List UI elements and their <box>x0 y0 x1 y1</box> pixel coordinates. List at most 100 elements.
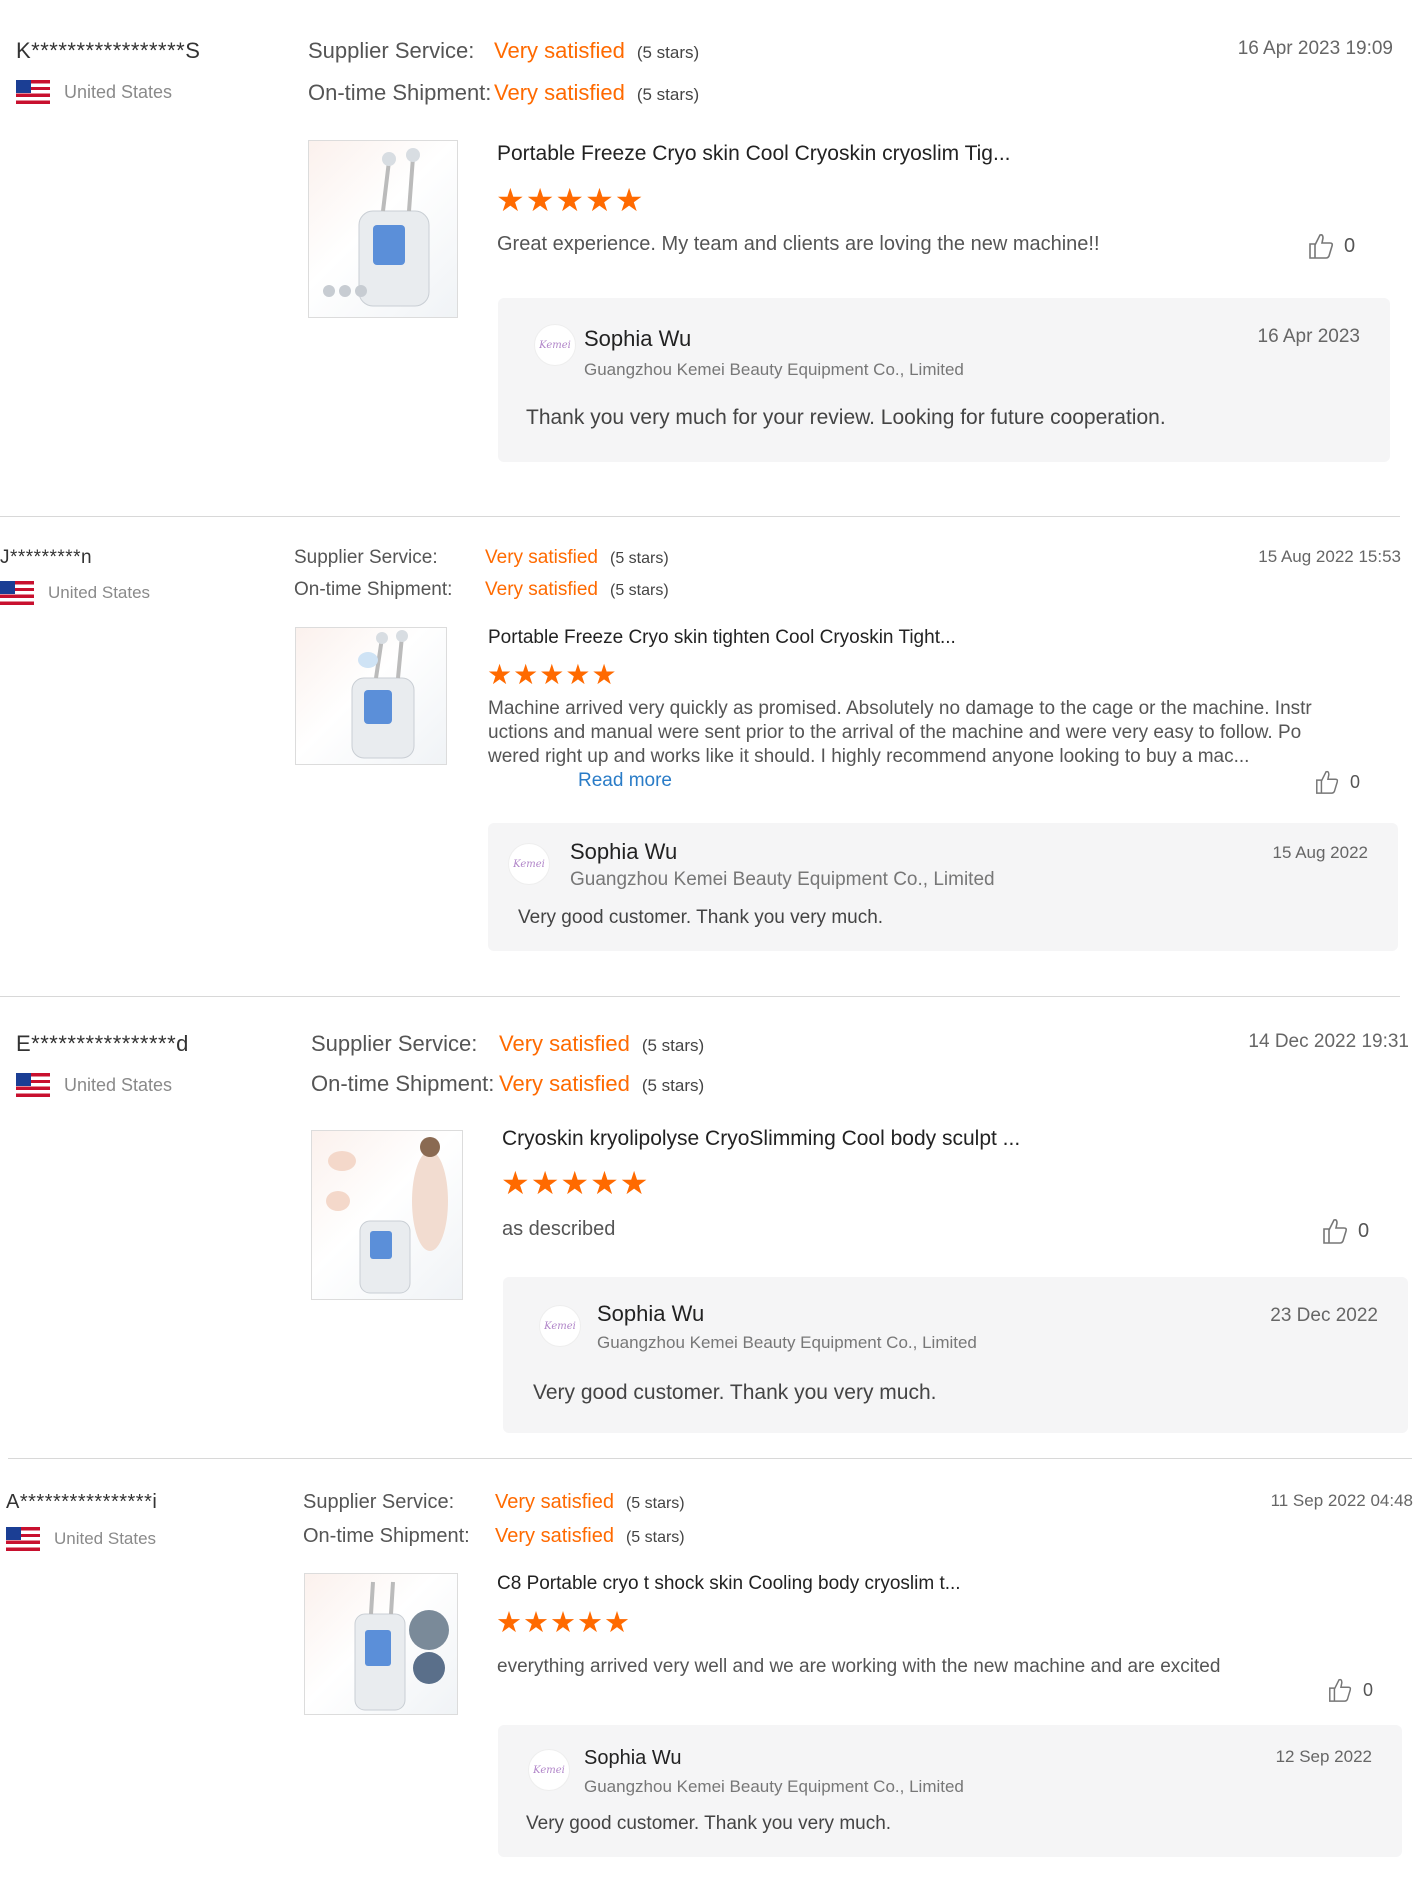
country-label: United States <box>54 1529 157 1548</box>
rating-value: Very satisfied <box>499 1071 630 1096</box>
rating-label: Supplier Service: <box>303 1491 455 1513</box>
rating-label: Supplier Service: <box>308 38 475 63</box>
supplier-logo: Kemei <box>528 1749 570 1791</box>
star-icon: ★ <box>619 1165 650 1201</box>
supplier-logo: Kemei <box>539 1305 581 1347</box>
supplier-service-rating: Supplier Service: Very satisfied (5 star… <box>311 1031 704 1057</box>
reply-author: Sophia Wu <box>584 326 692 351</box>
buyer-name: J*********n <box>0 547 93 568</box>
product-thumbnail[interactable] <box>308 140 458 318</box>
us-flag-icon <box>0 581 34 605</box>
supplier-reply: Kemei Sophia Wu Guangzhou Kemei Beauty E… <box>488 823 1398 951</box>
supplier-reply: Kemei Sophia Wu Guangzhou Kemei Beauty E… <box>503 1277 1408 1433</box>
shipment-rating: On-time Shipment: Very satisfied (5 star… <box>311 1071 704 1097</box>
review-date: 11 Sep 2022 04:48 <box>1270 1491 1413 1510</box>
star-icon: ★ <box>501 1165 531 1201</box>
supplier-logo: Kemei <box>534 324 576 366</box>
cryo-machine-image <box>323 148 430 307</box>
buyer-name: K*****************S <box>16 38 201 63</box>
reply-company: Guangzhou Kemei Beauty Equipment Co., Li… <box>584 1777 964 1796</box>
us-flag-icon <box>16 1073 50 1097</box>
star-icon: ★ <box>530 1165 561 1201</box>
shipment-rating: On-time Shipment: Very satisfied (5 star… <box>308 80 699 106</box>
review-text: Machine arrived very quickly as promised… <box>488 697 1312 793</box>
rating-label: Supplier Service: <box>311 1031 478 1056</box>
country-label: United States <box>64 1074 173 1095</box>
star-icon: ★ <box>577 1607 604 1639</box>
product-title-link[interactable]: Cryoskin kryolipolyse CryoSlimming Cool … <box>502 1127 1020 1151</box>
buyer-name: E****************d <box>16 1031 189 1056</box>
rating-stars-text: (5 stars) <box>610 550 669 567</box>
reply-text: Very good customer. Thank you very much. <box>518 907 884 928</box>
shipment-rating: On-time Shipment: Very satisfied (5 star… <box>294 579 669 601</box>
reply-author: Sophia Wu <box>570 839 678 864</box>
supplier-reply: Kemei Sophia Wu Guangzhou Kemei Beauty E… <box>498 1725 1402 1857</box>
rating-value: Very satisfied <box>495 1525 614 1547</box>
reply-company: Guangzhou Kemei Beauty Equipment Co., Li… <box>570 869 995 890</box>
buyer-country: United States <box>16 1073 172 1097</box>
rating-value: Very satisfied <box>485 547 598 568</box>
review-text-body: Machine arrived very quickly as promised… <box>488 698 1312 767</box>
shipment-rating: On-time Shipment: Very satisfied (5 star… <box>303 1525 685 1548</box>
star-icon: ★ <box>513 659 540 690</box>
review-text: as described <box>502 1218 616 1240</box>
product-thumbnail[interactable] <box>295 627 447 765</box>
review-date: 15 Aug 2022 15:53 <box>1258 547 1401 566</box>
read-more-link[interactable]: Read more <box>578 770 672 791</box>
rating-stars-text: (5 stars) <box>636 43 700 62</box>
rating-value: Very satisfied <box>485 579 598 600</box>
star-icon: ★ <box>585 182 615 218</box>
thumbs-up-icon <box>1316 770 1339 794</box>
review-date: 16 Apr 2023 19:09 <box>1237 38 1393 59</box>
product-title-link[interactable]: Portable Freeze Cryo skin tighten Cool C… <box>488 627 956 649</box>
buyer-country: United States <box>6 1527 156 1551</box>
star-icon: ★ <box>525 182 556 218</box>
rating-label: On-time Shipment: <box>311 1071 495 1096</box>
rating-value: Very satisfied <box>494 80 625 105</box>
review-stars: ★★★★★ <box>501 1167 649 1199</box>
cryo-machine-image <box>354 1581 449 1711</box>
rating-label: On-time Shipment: <box>303 1525 470 1547</box>
country-label: United States <box>64 81 173 102</box>
review-card: E****************d United States Supplie… <box>0 997 1417 1457</box>
product-thumbnail[interactable] <box>304 1573 458 1715</box>
like-button[interactable]: 0 <box>1308 232 1355 260</box>
rating-stars-text: (5 stars) <box>625 1529 685 1546</box>
supplier-service-rating: Supplier Service: Very satisfied (5 star… <box>303 1491 685 1514</box>
reply-date: 16 Apr 2023 <box>1257 326 1360 347</box>
like-button[interactable]: 0 <box>1322 1217 1369 1245</box>
reply-company: Guangzhou Kemei Beauty Equipment Co., Li… <box>584 360 964 379</box>
thumbs-up-icon <box>1323 1219 1348 1244</box>
cryo-machine-image <box>326 1137 448 1294</box>
star-icon: ★ <box>604 1607 631 1639</box>
review-stars: ★★★★★ <box>496 1609 631 1638</box>
supplier-service-rating: Supplier Service: Very satisfied (5 star… <box>294 547 669 569</box>
rating-label: On-time Shipment: <box>294 579 453 600</box>
like-count: 0 <box>1350 771 1361 792</box>
star-icon: ★ <box>496 1607 523 1639</box>
thumbs-up-icon <box>1329 1678 1352 1702</box>
product-thumbnail[interactable] <box>311 1130 463 1300</box>
star-icon: ★ <box>550 1607 577 1639</box>
like-button[interactable]: 0 <box>1327 1677 1373 1703</box>
rating-label: On-time Shipment: <box>308 80 492 105</box>
star-icon: ★ <box>590 1165 620 1201</box>
product-title-link[interactable]: Portable Freeze Cryo skin Cool Cryoskin … <box>497 142 1011 166</box>
like-count: 0 <box>1344 234 1356 257</box>
rating-label: Supplier Service: <box>294 547 438 568</box>
star-icon: ★ <box>614 182 645 218</box>
rating-value: Very satisfied <box>495 1491 614 1513</box>
star-icon: ★ <box>523 1607 550 1639</box>
rating-value: Very satisfied <box>494 38 625 63</box>
reply-date: 12 Sep 2022 <box>1275 1747 1372 1766</box>
review-text: Great experience. My team and clients ar… <box>497 233 1100 255</box>
buyer-name: A****************i <box>6 1491 158 1513</box>
star-icon: ★ <box>565 659 592 690</box>
review-stars: ★★★★★ <box>487 661 618 689</box>
product-title-link[interactable]: C8 Portable cryo t shock skin Cooling bo… <box>497 1573 961 1595</box>
review-date: 14 Dec 2022 19:31 <box>1248 1031 1409 1052</box>
rating-stars-text: (5 stars) <box>636 85 700 104</box>
star-icon: ★ <box>555 182 586 218</box>
like-button[interactable]: 0 <box>1314 769 1360 795</box>
star-icon: ★ <box>496 182 526 218</box>
